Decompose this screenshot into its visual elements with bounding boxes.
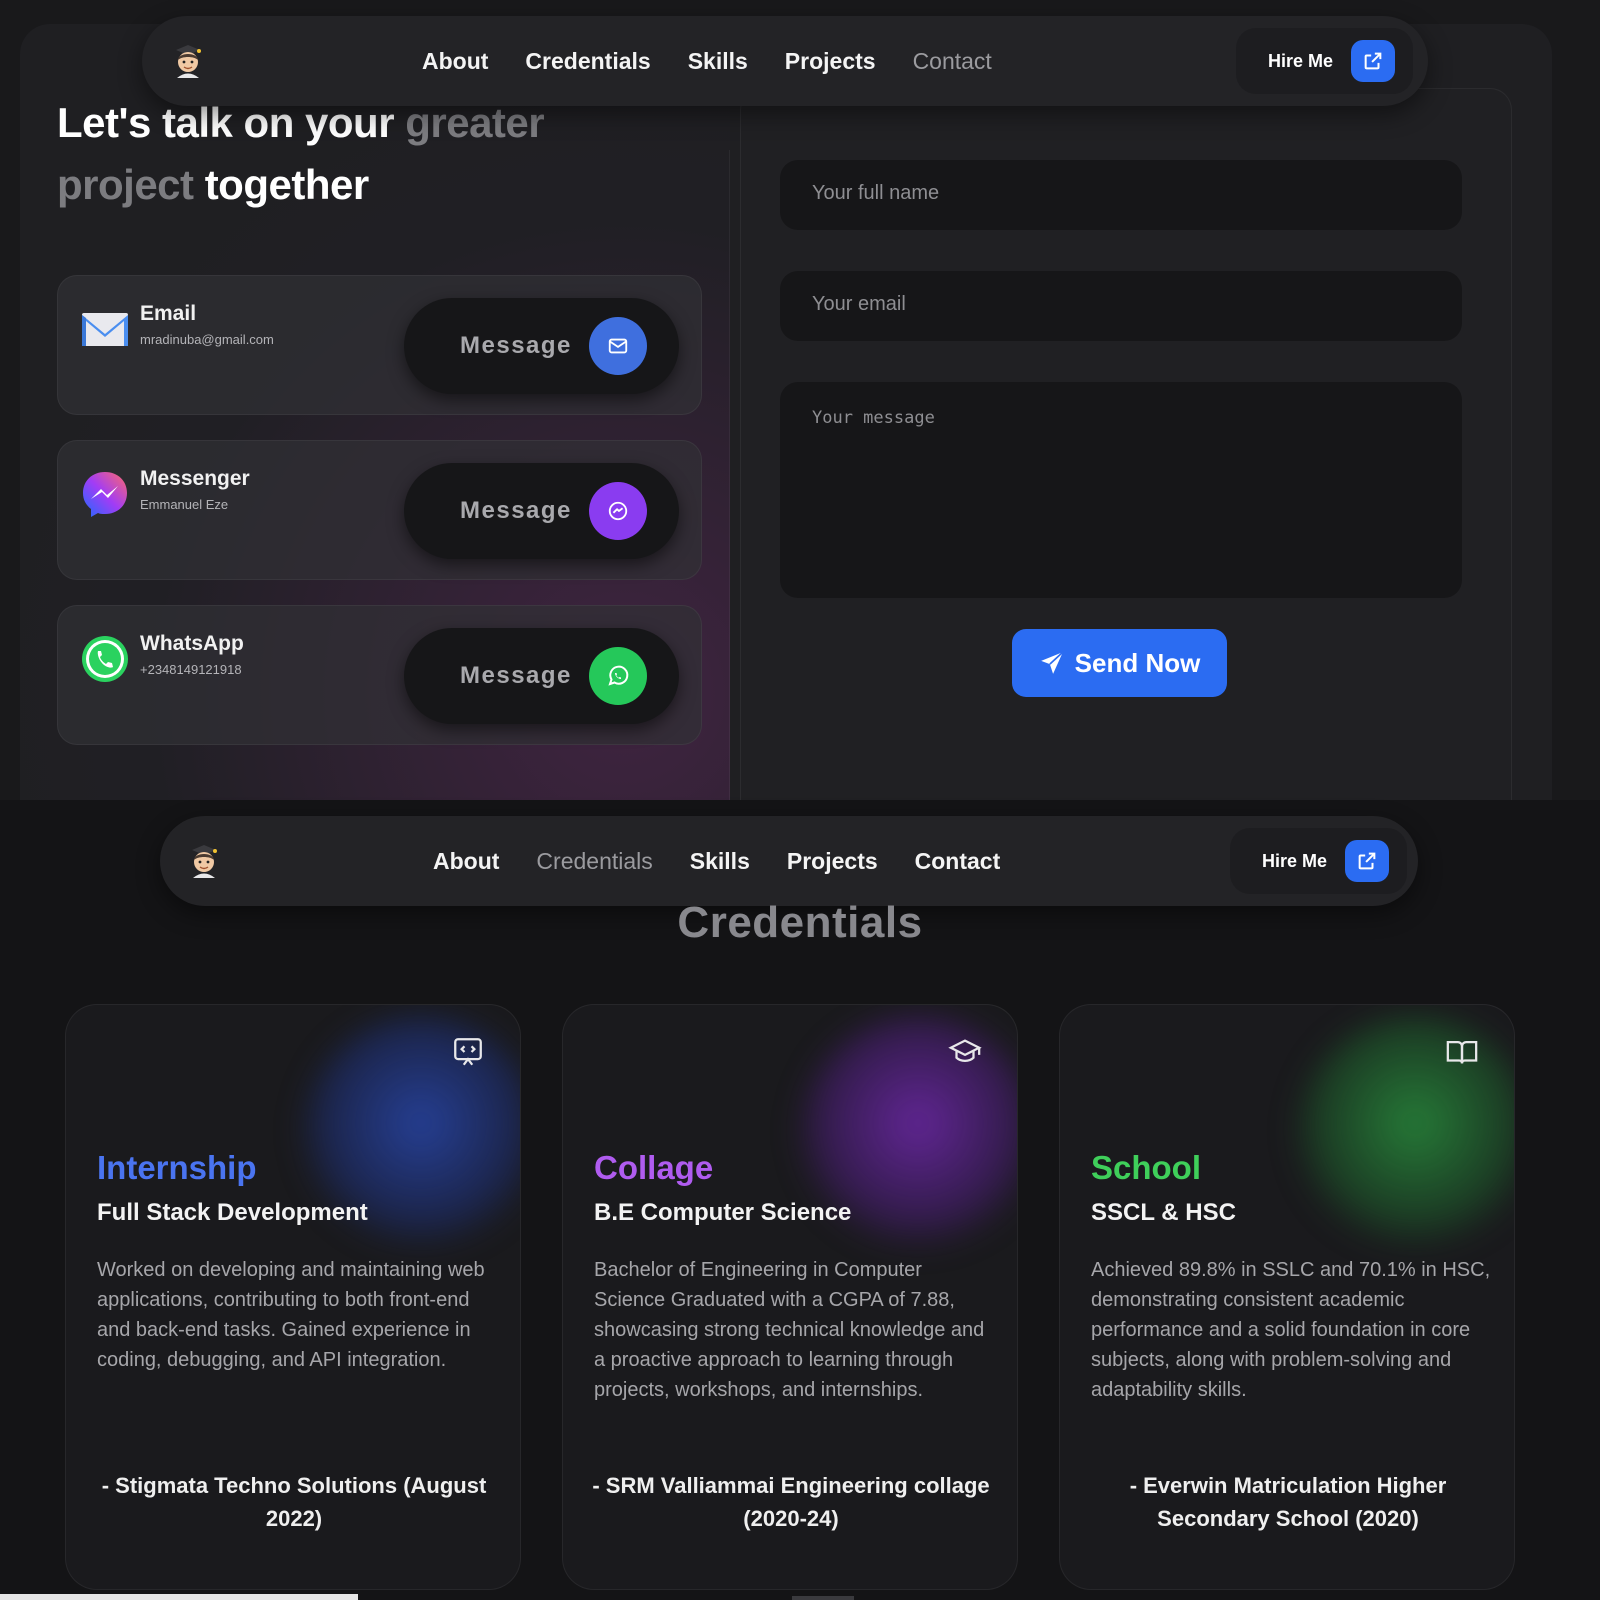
- credential-card-school: School SSCL & HSC Achieved 89.8% in SSLC…: [1059, 1004, 1515, 1590]
- credential-description: Achieved 89.8% in SSLC and 70.1% in HSC,…: [1091, 1259, 1491, 1401]
- nav-about[interactable]: About: [433, 848, 499, 875]
- hire-me-button[interactable]: Hire Me: [1236, 28, 1414, 94]
- avatar-logo-icon[interactable]: [182, 838, 226, 882]
- send-now-button[interactable]: Send Now: [1012, 629, 1227, 697]
- nav-projects[interactable]: Projects: [787, 848, 878, 875]
- credential-institution: - SRM Valliammai Engineering collage (20…: [592, 1473, 990, 1531]
- contact-card-title: Email: [140, 302, 197, 325]
- credential-category: School: [1091, 1149, 1202, 1186]
- headline-highlight: project: [57, 161, 194, 208]
- nav-skills[interactable]: Skills: [688, 48, 748, 75]
- send-icon: [1040, 651, 1064, 674]
- credential-description: Worked on developing and maintaining web…: [97, 1259, 485, 1371]
- nav-credentials[interactable]: Credentials: [525, 48, 650, 75]
- card-glow: [1295, 1015, 1514, 1255]
- credential-card-collage: Collage B.E Computer Science Bachelor of…: [562, 1004, 1018, 1590]
- divider: [729, 150, 730, 800]
- hire-me-button[interactable]: Hire Me: [1230, 828, 1408, 894]
- message-textarea[interactable]: Your message: [780, 382, 1462, 598]
- credential-card-internship: Internship Full Stack Development Worked…: [65, 1004, 521, 1590]
- message-button-label: Message: [460, 332, 572, 359]
- nav-projects[interactable]: Projects: [785, 48, 876, 75]
- open-book-icon: [1446, 1040, 1478, 1064]
- contact-card-messenger: Messenger Emmanuel Eze Message: [57, 440, 702, 580]
- messenger-icon: [83, 472, 127, 517]
- nav-contact[interactable]: Contact: [915, 848, 1001, 875]
- nav-skills[interactable]: Skills: [690, 848, 750, 875]
- credential-category: Collage: [594, 1149, 714, 1186]
- message-button-label: Message: [460, 662, 572, 689]
- scroll-indicator: [792, 1596, 854, 1600]
- contact-headline: Let's talk on your greater project toget…: [57, 92, 545, 216]
- nav-credentials[interactable]: Credentials: [536, 848, 652, 875]
- credentials-nav-links: About Credentials Skills Projects Contac…: [433, 816, 1000, 906]
- contact-card-subtitle: mradinuba@gmail.com: [140, 332, 274, 347]
- full-name-placeholder: Your full name: [812, 182, 940, 204]
- messenger-small-icon: [589, 482, 647, 540]
- whatsapp-message-button[interactable]: Message: [404, 628, 679, 724]
- credential-description: Bachelor of Engineering in Computer Scie…: [594, 1259, 985, 1401]
- contact-card-whatsapp: WhatsApp +2348149121918 Message: [57, 605, 702, 745]
- hire-me-label: Hire Me: [1262, 850, 1328, 871]
- contact-card-subtitle: Emmanuel Eze: [140, 497, 229, 512]
- graduation-cap-icon: [948, 1039, 982, 1062]
- credential-category: Internship: [97, 1149, 257, 1186]
- whatsapp-small-icon: [589, 647, 647, 705]
- contact-card-email: Email mradinuba@gmail.com Message: [57, 275, 702, 415]
- contact-card-title: Messenger: [140, 467, 250, 490]
- messenger-message-button[interactable]: Message: [404, 463, 679, 559]
- credentials-title: Credentials: [677, 898, 923, 947]
- email-placeholder: Your email: [812, 293, 906, 315]
- nav-contact[interactable]: Contact: [913, 48, 992, 75]
- external-link-icon: [1345, 840, 1390, 882]
- full-name-input[interactable]: Your full name: [780, 160, 1462, 230]
- credentials-navbar: About Credentials Skills Projects Contac…: [160, 816, 1418, 906]
- top-navbar: About Credentials Skills Projects Contac…: [142, 16, 1428, 106]
- mail-icon: [589, 317, 647, 375]
- code-chat-icon: [454, 1038, 482, 1066]
- headline-text: together: [193, 161, 370, 208]
- hire-me-label: Hire Me: [1268, 50, 1334, 71]
- nav-about[interactable]: About: [422, 48, 488, 75]
- message-button-label: Message: [460, 497, 572, 524]
- credential-subtitle: Full Stack Development: [97, 1199, 368, 1226]
- external-link-icon: [1351, 40, 1396, 82]
- credential-subtitle: SSCL & HSC: [1091, 1199, 1236, 1226]
- contact-section: Let's talk on your greater project toget…: [0, 0, 1600, 800]
- email-message-button[interactable]: Message: [404, 298, 679, 394]
- email-input[interactable]: Your email: [780, 271, 1462, 341]
- message-placeholder: Your message: [812, 408, 935, 428]
- avatar-logo-icon[interactable]: [166, 38, 210, 82]
- whatsapp-icon: [82, 636, 128, 682]
- contact-card-title: WhatsApp: [140, 632, 244, 655]
- headline-highlight: greater: [405, 99, 545, 146]
- scroll-progress-bar: [0, 1594, 358, 1600]
- contact-card-subtitle: +2348149121918: [140, 662, 242, 677]
- credential-institution: - Stigmata Techno Solutions (August 2022…: [101, 1473, 487, 1531]
- send-now-label: Send Now: [1074, 647, 1201, 678]
- credential-institution: - Everwin Matriculation Higher Secondary…: [1129, 1473, 1447, 1531]
- email-icon: [82, 313, 128, 346]
- headline-text: Let's talk on your: [57, 99, 406, 146]
- credential-subtitle: B.E Computer Science: [594, 1199, 852, 1226]
- top-nav-links: About Credentials Skills Projects Contac…: [422, 16, 992, 106]
